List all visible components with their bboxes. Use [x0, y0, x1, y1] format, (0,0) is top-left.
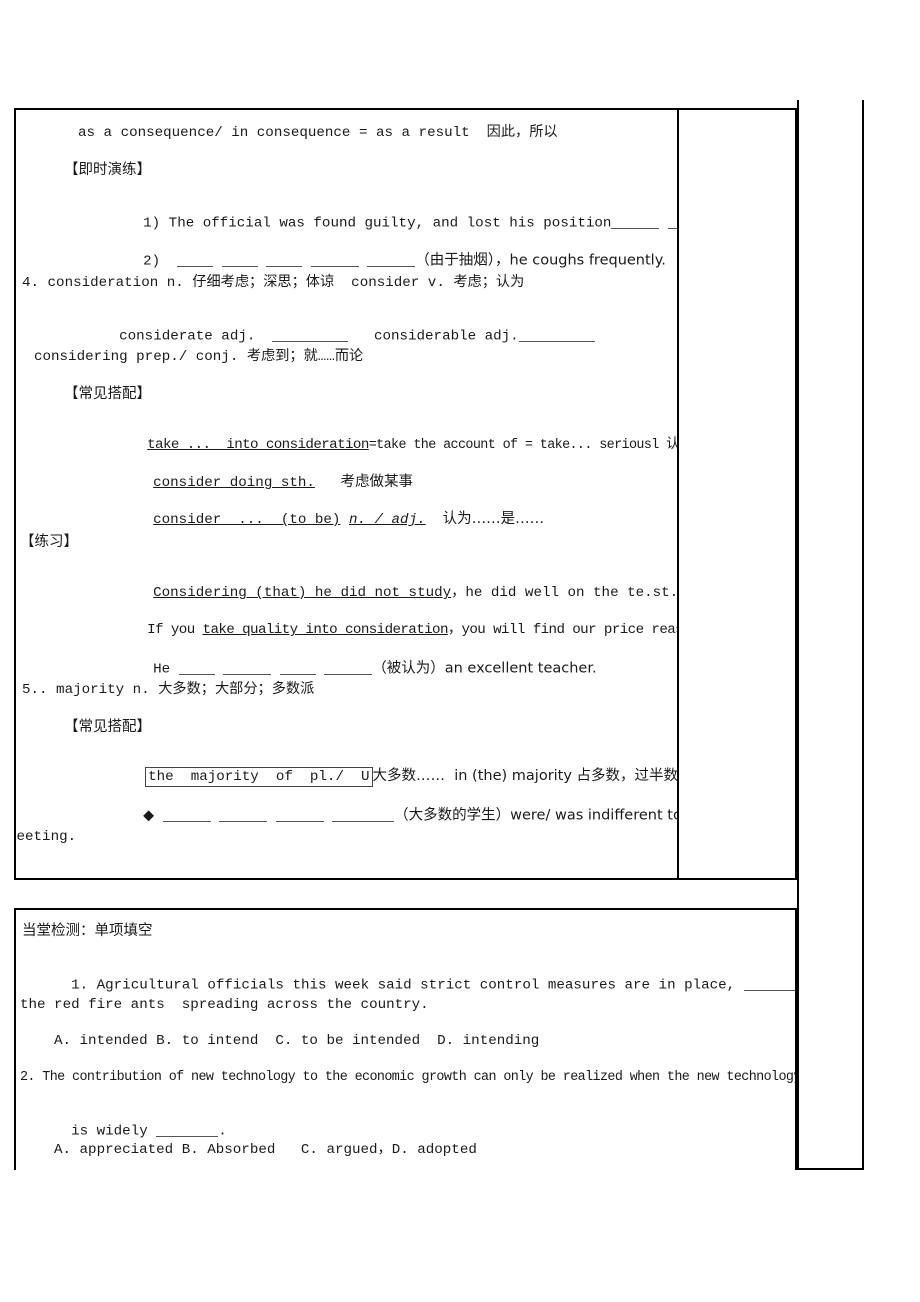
exercise-1-phrase: Considering (that) he did not study — [153, 585, 452, 602]
q1-text: 1) The official was found guilty, and lo… — [143, 215, 612, 232]
collocation-3-phrase-a: consider ... (to be) — [153, 512, 341, 529]
bullet1-blank-1 — [162, 807, 211, 822]
test-question-1-options: A. intended B. to intend C. to be intend… — [54, 1033, 540, 1049]
q2-blank-2 — [221, 252, 258, 267]
upper-table: as a consequence/ in consequence = as a … — [14, 108, 797, 880]
heading-instant-practice: 【即时演练】 — [64, 162, 151, 178]
considering-line: considering prep./ conj. 考虑到；就……而论 — [34, 349, 364, 365]
q1-blank-1 — [611, 214, 660, 229]
considerate-blank — [272, 327, 349, 342]
entry-4-consideration: 4. consideration n. 仔细考虑；深思；体谅 consider … — [22, 275, 525, 291]
ex3-blank-1 — [178, 660, 215, 675]
bullet1-blank-3 — [275, 807, 324, 822]
test-question-2-line-1: 2. The contribution of new technology to… — [20, 1070, 797, 1085]
heading-common-collocations-2: 【常见搭配】 — [64, 719, 151, 735]
section-title-in-class-test: 当堂检测：单项填空 — [22, 923, 153, 939]
exercise-2-pre: If you — [147, 622, 203, 639]
exercise-2-rest: ，you will find our price reasonable. — [447, 622, 677, 639]
bullet1-blank-2 — [219, 807, 268, 822]
majority-bullet-1: ◆ （大多数的学生）were/ was indifferent to the p… — [58, 793, 677, 838]
q2-stem-part2: . — [218, 1123, 227, 1140]
heading-common-collocations-1: 【常见搭配】 — [64, 386, 151, 402]
q2-blank-3 — [266, 252, 303, 267]
collocation-3-phrase-b: n. / adj. — [348, 512, 426, 529]
q1-stem-part1: 1. Agricultural officials this week said… — [71, 977, 744, 994]
diamond-bullet-icon: ◆ — [143, 807, 155, 824]
majority-bullet-2: ◆ In the nursing profession, women （占大多数… — [58, 867, 677, 878]
ex3-blank-2 — [223, 660, 272, 675]
considerate-label: considerate adj. — [119, 328, 256, 345]
collocation-3-gloss: 认为……是…… — [442, 511, 545, 528]
upper-table-left-cell: as a consequence/ in consequence = as a … — [16, 110, 679, 878]
majority-of-boxed-phrase: the majority of pl./ U — [145, 767, 373, 788]
bullet-1-overflow-word: meeting. — [16, 829, 77, 845]
side-empty-column — [797, 100, 864, 1170]
exercise-2-phrase: take quality into consideration — [202, 622, 449, 639]
test-question-1-line-2: the red fire ants spreading across the c… — [20, 997, 429, 1013]
heading-exercise: 【练习】 — [20, 534, 78, 550]
q1-blank-2 — [667, 214, 677, 229]
bullet1-post: （大多数的学生）were/ was indifferent to the pol… — [394, 807, 677, 824]
majority-of-gloss: 大多数…… in (the) majority 占多数，过半数 — [372, 768, 679, 785]
q2-stem-part1: is widely — [71, 1123, 157, 1140]
collocation-1-gloss: =take the account of = take... seriousl … — [368, 438, 679, 454]
collocation-2-phrase: consider doing sth. — [153, 475, 315, 492]
q2-blank-5 — [367, 252, 416, 267]
consequence-phrase-line: as a consequence/ in consequence = as a … — [78, 125, 558, 141]
entry-5-majority: 5.. majority n. 大多数；大部分；多数派 — [22, 682, 315, 698]
test-question-2-options: A. appreciated B. Absorbed C. argued，D. … — [54, 1142, 477, 1158]
considerable-blank — [518, 327, 595, 342]
q2-number: 2) — [143, 253, 161, 270]
collocation-1-phrase: take ... into consideration — [147, 437, 369, 454]
collocation-2-gloss: 考虑做某事 — [340, 474, 413, 491]
q2-blank-1 — [177, 252, 214, 267]
upper-table-right-cell — [679, 110, 795, 878]
considerable-label: considerable adj. — [373, 328, 519, 345]
collocation-consider-to-be: consider ... (to be) n. / adj. 认为……是…… — [68, 498, 544, 542]
exercise-1-rest: ，he did well on the te.st. — [451, 585, 679, 602]
bullet1-blank-4 — [332, 807, 395, 822]
lower-table: 当堂检测：单项填空 1. Agricultural officials this… — [14, 908, 797, 1170]
q2-hint: （由于抽烟），he coughs frequently. — [415, 252, 666, 269]
test-q2-blank — [156, 1122, 219, 1137]
ex3-blank-3 — [279, 660, 316, 675]
exercise-3-pre: He — [153, 661, 171, 678]
q2-blank-4 — [310, 252, 359, 267]
exercise-3-post: （被认为）an excellent teacher. — [372, 660, 597, 677]
test-q1-blank — [743, 976, 795, 991]
page-canvas: as a consequence/ in consequence = as a … — [0, 0, 920, 1302]
ex3-blank-4 — [324, 660, 373, 675]
